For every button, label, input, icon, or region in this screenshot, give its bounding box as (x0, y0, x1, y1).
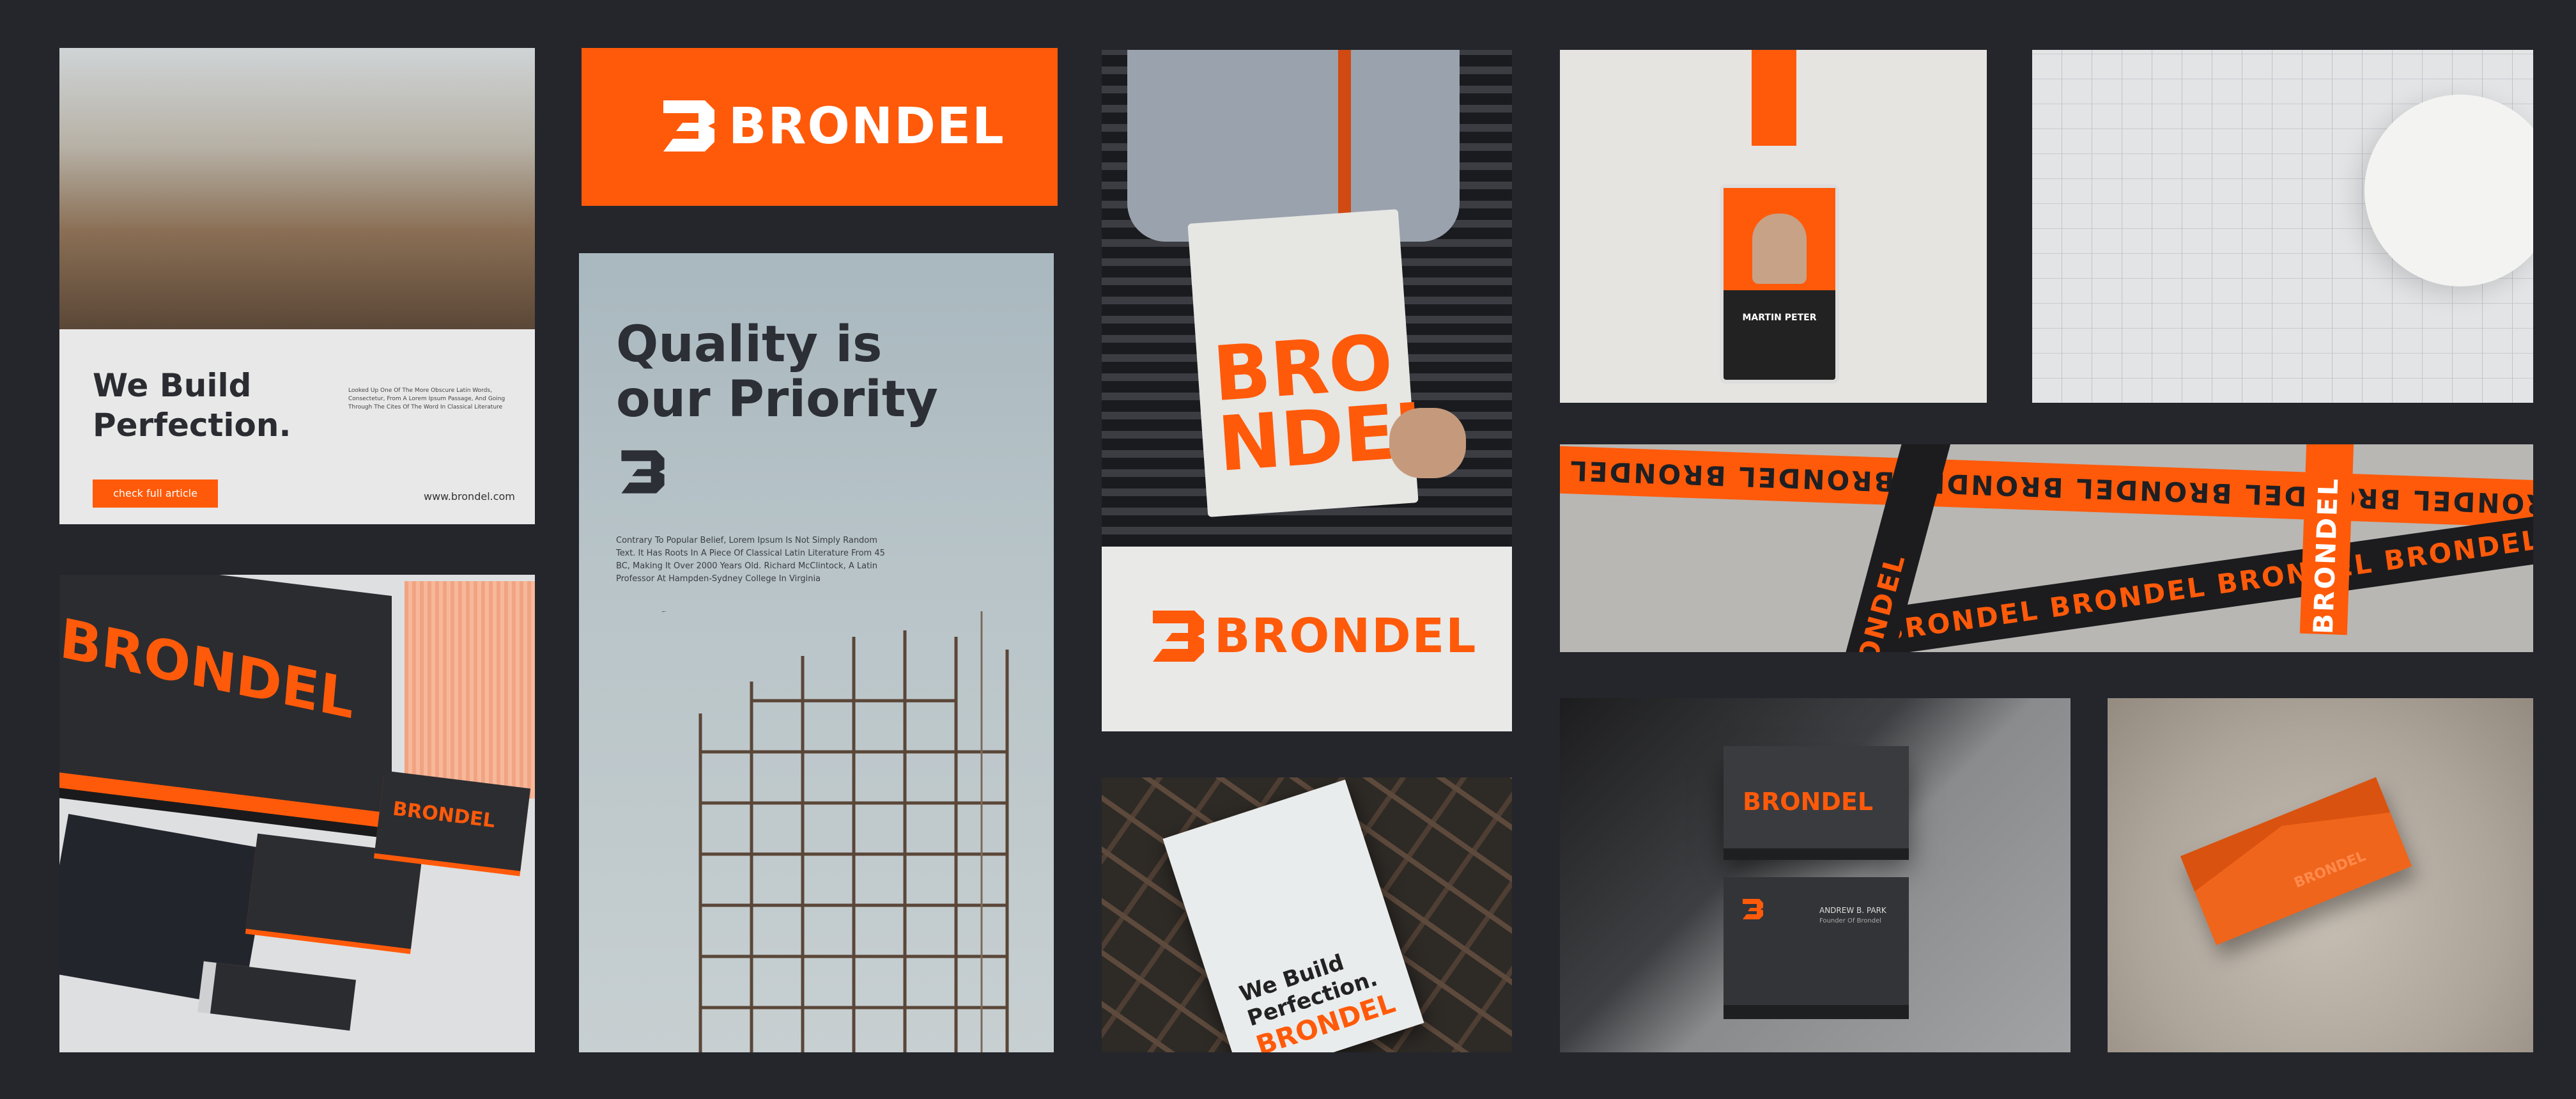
shirt-sleeve (1127, 50, 1460, 242)
construction-worker-photo (59, 48, 535, 329)
id-card: MARTIN PETER (1720, 184, 1839, 384)
card-headline: We Build Perfection. (93, 367, 291, 444)
black-ribbon: BRONDEL BRONDEL BRONDEL BRONDEL BRONDEL … (1879, 510, 2533, 652)
brondel-logo-icon (663, 100, 714, 152)
envelope-mockup: BRONDEL (2108, 698, 2533, 1052)
branded-box: BRONDEL (59, 575, 392, 814)
brand-wordmark: BRONDEL (1214, 609, 1477, 664)
website-url: www.brondel.com (424, 490, 515, 503)
contact-name: ANDREW B. PARK (1819, 906, 1886, 915)
tote-bag-mockup: BRO NDEL (1102, 50, 1512, 546)
envelope-flap (2180, 777, 2394, 901)
contact-role: Founder Of Brondel (1819, 917, 1882, 924)
usb-drive (210, 962, 357, 1031)
id-card-name: MARTIN PETER (1742, 313, 1817, 323)
orange-envelope: BRONDEL (2180, 777, 2412, 946)
id-card-lanyard-mockup: MARTIN PETER (1560, 50, 1987, 403)
brand-wordmark: BRONDEL (729, 98, 1005, 155)
blueprint-helmet-mockup (2032, 50, 2533, 403)
box-wordmark: BRONDEL (59, 607, 357, 732)
stationery-card-front: BRONDEL (374, 770, 531, 871)
poster-title: Quality is our Priority (616, 316, 939, 428)
portrait-photo (1752, 214, 1807, 284)
brondel-logo-icon (1743, 899, 1763, 919)
textured-paper (405, 581, 535, 799)
stationery-card-wordmark: BRONDEL (391, 797, 497, 832)
we-build-card-mockup: We Build Perfection. Looked Up One Of Th… (59, 48, 535, 524)
ribbon-mockup: BRONDEL BRONDEL BRONDEL BRONDEL BRONDEL … (1560, 444, 2533, 652)
poster-paragraph: Contrary To Popular Belief, Lorem Ipsum … (616, 536, 885, 584)
rebar-poster-mockup: We Build Perfection. BRONDEL (1102, 777, 1512, 1052)
business-card-wordmark: BRONDEL (1743, 788, 1874, 816)
orange-ribbon: BRONDEL BRONDEL BRONDEL BRONDEL BRONDEL … (1560, 446, 2533, 529)
quality-poster-mockup: Quality is our Priority Contrary To Popu… (579, 253, 1054, 1052)
orange-logo-banner: BRONDEL (582, 48, 1058, 206)
lanyard-strap (1752, 50, 1796, 146)
business-card-back: ANDREW B. PARK Founder Of Brondel (1724, 877, 1909, 1005)
business-card-front: BRONDEL (1724, 746, 1909, 848)
orange-ribbon-vertical: BRONDEL (2299, 444, 2354, 635)
white-logo-card: BRONDEL (1102, 547, 1512, 731)
steel-frame-building-graphic (662, 611, 1009, 1052)
stationery-mockup: BRONDEL BRONDEL (59, 575, 535, 1052)
brondel-logo-icon (621, 450, 665, 494)
card-body-text: Looked Up One Of The More Obscure Latin … (348, 387, 505, 410)
hand (1389, 408, 1466, 478)
brondel-logo-icon (1153, 611, 1204, 662)
check-article-button[interactable]: check full article (93, 479, 218, 508)
bag-handle (1338, 50, 1351, 229)
business-card-mockup: BRONDEL ANDREW B. PARK Founder Of Bronde… (1560, 698, 2071, 1052)
